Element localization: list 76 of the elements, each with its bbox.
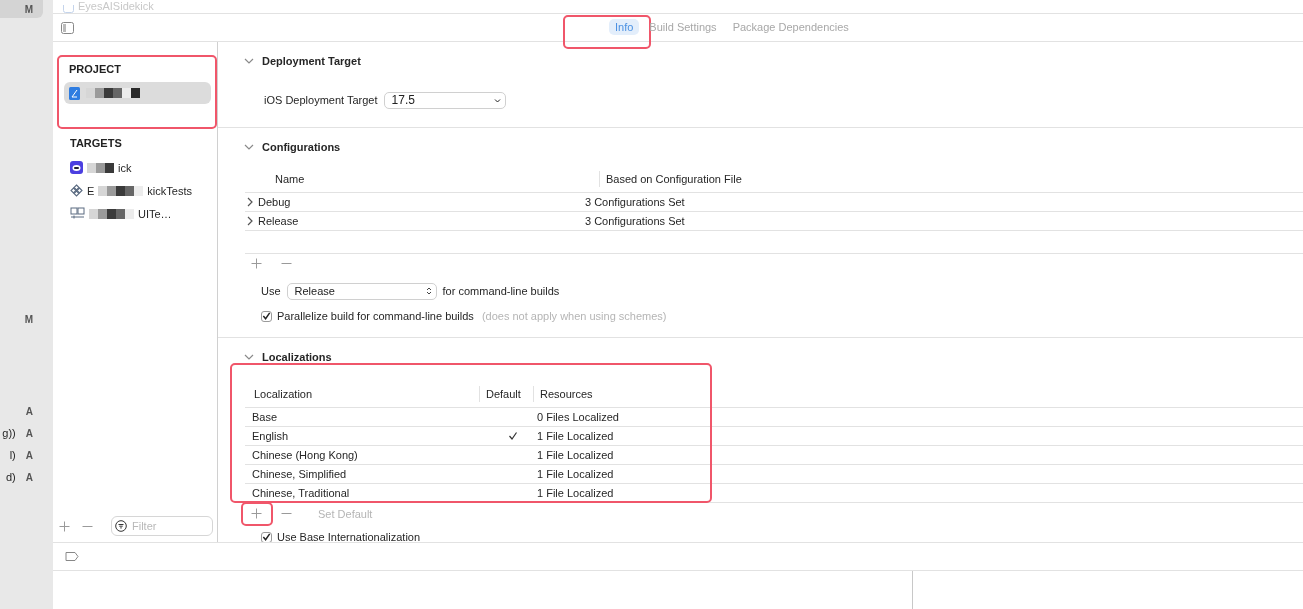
- status-letter: A: [25, 471, 33, 483]
- section-title: Localizations: [262, 351, 332, 363]
- redaction-drawing: [87, 162, 114, 173]
- status-letter: A: [25, 405, 33, 417]
- status-letter: M: [24, 3, 33, 15]
- table-cell-text: Chinese (Hong Kong): [251, 449, 359, 461]
- table-cell: 1 File Localized: [537, 468, 614, 480]
- chevron-down-icon[interactable]: [244, 352, 254, 362]
- target-name[interactable]: kickTests: [147, 184, 192, 197]
- section-header: TARGETS: [70, 137, 123, 149]
- section-header: PROJECT: [69, 63, 122, 75]
- ui-tests-icon: [70, 207, 85, 220]
- table-cell-text: Chinese, Traditional: [251, 487, 351, 499]
- version-select[interactable]: 17.5: [383, 91, 506, 109]
- table-cell: Debug: [258, 196, 291, 208]
- chevron-right-icon[interactable]: [245, 197, 255, 207]
- checkbox-label[interactable]: Parallelize build for command-line builds: [277, 310, 474, 322]
- section-title: Deployment Target: [262, 55, 361, 67]
- tag-icon: [65, 552, 79, 561]
- status-row[interactable]: g)) A: [0, 422, 53, 444]
- table-cell-text: Chinese, Simplified: [251, 468, 348, 480]
- table-cell: Release: [258, 215, 299, 227]
- file-name: g)): [2, 427, 16, 439]
- status-row[interactable]: A: [0, 400, 53, 422]
- status-letter: A: [25, 427, 33, 439]
- table-cell-text: Base: [251, 411, 279, 423]
- column-header[interactable]: Resources: [533, 386, 593, 402]
- plus-icon: [250, 257, 262, 269]
- table-cell: 3 Configurations Set: [585, 215, 685, 227]
- field-label: Use: [261, 285, 281, 297]
- project-icon: [63, 5, 74, 13]
- target-name[interactable]: E: [87, 184, 95, 197]
- status-row[interactable]: l) A: [0, 444, 53, 466]
- tests-icon: [70, 184, 83, 197]
- table-cell: 1 File Localized: [537, 430, 614, 442]
- redaction-drawing: [98, 185, 144, 196]
- status-row[interactable]: M: [0, 308, 53, 330]
- checkbox[interactable]: [261, 531, 272, 542]
- table-cell: 1 File Localized: [537, 449, 614, 461]
- chevron-down-icon[interactable]: [244, 56, 254, 66]
- file-name: l): [9, 449, 16, 461]
- checkbox-label[interactable]: Use Base Internationalization: [277, 531, 421, 542]
- source-row[interactable]: M: [0, 0, 43, 18]
- status-letter: A: [25, 449, 33, 461]
- chevron-down-icon[interactable]: [244, 142, 254, 152]
- chevron-right-icon[interactable]: [245, 216, 255, 226]
- column-header[interactable]: Based on Configuration File: [599, 171, 742, 187]
- table-cell: 0 Files Localized: [537, 411, 619, 423]
- plus-icon: [250, 508, 262, 519]
- configuration-select[interactable]: Release: [286, 282, 437, 300]
- redaction-drawing: [86, 88, 140, 98]
- app-icon: [70, 161, 83, 174]
- field-label: for command-line builds: [442, 285, 560, 297]
- status-letter: M: [24, 313, 33, 325]
- table-cell: 1 File Localized: [537, 487, 614, 499]
- target-name[interactable]: ick: [118, 161, 132, 174]
- project-item[interactable]: [64, 82, 211, 104]
- file-name: d): [6, 471, 16, 483]
- filter-field[interactable]: Filter: [111, 516, 213, 536]
- column-header[interactable]: Default: [479, 386, 533, 402]
- status-row[interactable]: d) A: [0, 466, 53, 488]
- checkbox[interactable]: [261, 310, 272, 322]
- column-header[interactable]: Name: [245, 171, 599, 187]
- target-name[interactable]: UITe…: [138, 207, 172, 220]
- field-label: iOS Deployment Target: [264, 94, 378, 106]
- up-down-icon: [424, 286, 433, 296]
- table-cell: 3 Configurations Set: [585, 196, 685, 208]
- section-title: Configurations: [262, 141, 341, 153]
- column-header[interactable]: Localization: [245, 386, 479, 402]
- plus-icon: [59, 520, 70, 532]
- hint-text: (does not apply when using schemes): [481, 310, 667, 322]
- filter-icon: [115, 520, 127, 532]
- project-icon: [69, 86, 80, 100]
- table-cell-text: English: [251, 430, 290, 442]
- redaction-drawing: [89, 208, 134, 219]
- sidebar-toggle-icon[interactable]: [61, 21, 74, 34]
